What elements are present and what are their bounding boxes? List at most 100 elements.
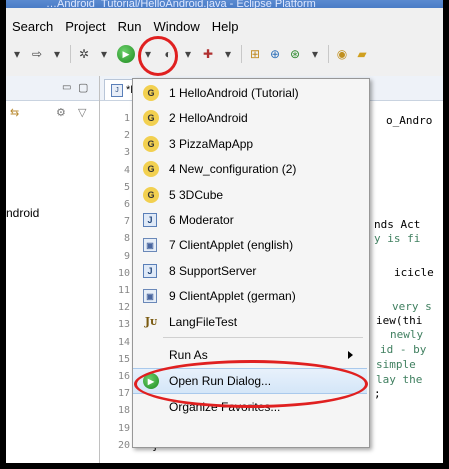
menu-item-run-as[interactable]: Run As bbox=[133, 343, 367, 367]
code-fragment: lay the bbox=[376, 373, 423, 386]
dropdown-arrow-icon[interactable]: ▾ bbox=[10, 44, 24, 64]
run-history-item[interactable]: ▣ 9 ClientApplet (german) bbox=[133, 284, 367, 308]
run-history-item[interactable]: G 3 PizzaMapApp bbox=[133, 132, 367, 156]
menu-item-label: 1 HelloAndroid (Tutorial) bbox=[169, 86, 299, 100]
line-number: 3 bbox=[123, 147, 130, 159]
run-icon: ▶ bbox=[143, 373, 159, 389]
run-history-item[interactable]: J 6 Moderator bbox=[133, 208, 367, 232]
line-number: 6 bbox=[123, 199, 130, 210]
line-number: 16 bbox=[117, 371, 130, 382]
toolbar-separator bbox=[70, 45, 71, 63]
toolbar-separator bbox=[328, 45, 329, 63]
maximize-icon[interactable]: ▢ bbox=[78, 81, 88, 94]
menu-item-label: Run As bbox=[169, 348, 208, 362]
filter-icon[interactable]: ⚙ bbox=[56, 106, 66, 119]
run-history-dropdown: G 1 HelloAndroid (Tutorial) G 2 HelloAndroi… bbox=[132, 78, 370, 448]
run-history-item[interactable]: G 5 3DCube bbox=[133, 183, 367, 207]
java-app-icon: J bbox=[143, 213, 157, 227]
debug-icon[interactable]: ✲ bbox=[77, 44, 91, 64]
menu-item-label: 2 HelloAndroid bbox=[169, 111, 248, 126]
run-history-item[interactable]: G 4 New_configuration (2) bbox=[133, 157, 367, 181]
menu-search[interactable]: Search bbox=[6, 19, 59, 34]
menu-item-label: Organize Favorites... bbox=[169, 400, 281, 414]
left-panel: ▭ ▢ ⇆ ⚙ ▽ ndroid bbox=[6, 76, 100, 463]
menu-item-label: 5 3DCube bbox=[169, 187, 224, 202]
forward-icon[interactable]: ⇨ bbox=[30, 44, 44, 64]
new-package-icon[interactable]: ⊞ bbox=[248, 44, 262, 64]
window-title: …Android_Tutorial/HelloAndroid.java - Ec… bbox=[6, 0, 443, 8]
line-number: 13 bbox=[117, 319, 130, 331]
menu-item-organize-favorites[interactable]: Organize Favorites... bbox=[133, 395, 367, 419]
menu-item-label: LangFileTest bbox=[169, 314, 238, 329]
code-fragment: o_Andro bbox=[386, 114, 433, 127]
line-number: 11 bbox=[117, 285, 130, 296]
left-panel-toolbar: ⇆ ⚙ ▽ bbox=[6, 104, 98, 124]
menu-item-label: 3 PizzaMapApp bbox=[169, 136, 254, 151]
dropdown-arrow-icon[interactable]: ▾ bbox=[221, 44, 235, 64]
menu-help[interactable]: Help bbox=[206, 19, 245, 34]
dropdown-arrow-icon[interactable]: ▾ bbox=[50, 44, 64, 64]
dropdown-arrow-icon[interactable]: ▾ bbox=[97, 44, 111, 64]
menu-item-label: 6 Moderator bbox=[169, 213, 234, 227]
code-fragment: ; bbox=[374, 387, 381, 400]
line-number: 1 bbox=[123, 113, 130, 124]
line-number: 14 bbox=[117, 336, 130, 348]
line-number: 18 bbox=[117, 405, 130, 417]
line-number: 19 bbox=[117, 422, 130, 434]
run-history-item[interactable]: G 1 HelloAndroid (Tutorial) bbox=[133, 81, 367, 105]
left-panel-tabbar: ▭ ▢ bbox=[6, 76, 99, 101]
line-number: 5 bbox=[123, 181, 130, 193]
menu-window[interactable]: Window bbox=[148, 19, 206, 34]
code-fragment: nds Act bbox=[374, 218, 421, 231]
line-number: 17 bbox=[117, 388, 130, 400]
dropdown-arrow-icon[interactable]: ▾ bbox=[308, 44, 322, 64]
toolbar-separator bbox=[241, 45, 242, 63]
menu-run[interactable]: Run bbox=[112, 19, 148, 34]
line-number: 9 bbox=[123, 250, 130, 262]
open-type-icon[interactable]: ◉ bbox=[335, 44, 349, 64]
coverage-icon[interactable]: ◐ bbox=[161, 44, 175, 64]
open-folder-icon[interactable]: ▰ bbox=[355, 44, 369, 64]
run-dropdown-arrow-icon[interactable]: ▾ bbox=[141, 44, 155, 64]
code-fragment: simple bbox=[376, 358, 416, 371]
external-tools-icon[interactable]: ✚ bbox=[201, 44, 215, 64]
menu-item-label: 4 New_configuration (2) bbox=[169, 162, 297, 177]
submenu-arrow-icon bbox=[348, 351, 353, 359]
line-number: 2 bbox=[123, 130, 130, 142]
menu-bar: Search Project Run Window Help bbox=[6, 15, 443, 37]
line-number: 4 bbox=[123, 164, 130, 176]
new-class-icon[interactable]: ⊕ bbox=[268, 44, 282, 64]
menu-separator bbox=[163, 337, 363, 338]
line-number: 20 bbox=[117, 439, 130, 451]
android-icon: G bbox=[143, 110, 159, 127]
junit-icon: Jᴜ bbox=[144, 315, 158, 329]
applet-icon: ▣ bbox=[143, 289, 157, 304]
line-number: 12 bbox=[117, 302, 130, 314]
run-history-item[interactable]: Jᴜ LangFileTest bbox=[133, 310, 367, 334]
toolbar: ▾ ⇨ ▾ ✲ ▾ ▶ ▾ ◐ ▾ ✚ ▾ ⊞ ⊕ ⊛ ▾ ◉ ▰ bbox=[6, 40, 443, 68]
code-fragment: very s bbox=[392, 300, 432, 313]
run-history-item[interactable]: G 2 HelloAndroid bbox=[133, 106, 367, 130]
run-history-item[interactable]: J 8 SupportServer bbox=[133, 259, 367, 283]
code-fragment: iew(thi bbox=[376, 314, 423, 327]
line-number: 7 bbox=[123, 216, 130, 228]
menu-item-open-run-dialog[interactable]: ▶ Open Run Dialog... bbox=[133, 368, 367, 394]
android-icon: G bbox=[143, 161, 159, 178]
run-icon[interactable]: ▶ bbox=[117, 45, 135, 63]
menu-item-label: 7 ClientApplet (english) bbox=[169, 238, 294, 253]
link-editor-icon[interactable]: ⇆ bbox=[10, 106, 19, 119]
line-number: 8 bbox=[123, 233, 130, 245]
minimize-icon[interactable]: ▭ bbox=[62, 82, 71, 93]
code-fragment: newly bbox=[390, 328, 424, 341]
run-history-item[interactable]: ▣ 7 ClientApplet (english) bbox=[133, 233, 367, 257]
line-number-gutter: 1 2 3 4 5 6 7 8 9 10 11 12 13 14 15 16 17 18 19 20 bbox=[100, 102, 136, 462]
line-number: 15 bbox=[117, 353, 130, 365]
code-fragment: y is fi bbox=[374, 232, 421, 245]
view-menu-icon[interactable]: ▽ bbox=[78, 106, 86, 119]
menu-item-label: 9 ClientApplet (german) bbox=[169, 289, 296, 304]
project-label[interactable]: ndroid bbox=[6, 206, 39, 220]
dropdown-arrow-icon[interactable]: ▾ bbox=[181, 44, 195, 64]
menu-project[interactable]: Project bbox=[59, 19, 111, 34]
new-interface-icon[interactable]: ⊛ bbox=[288, 44, 302, 64]
android-icon: G bbox=[143, 85, 159, 101]
